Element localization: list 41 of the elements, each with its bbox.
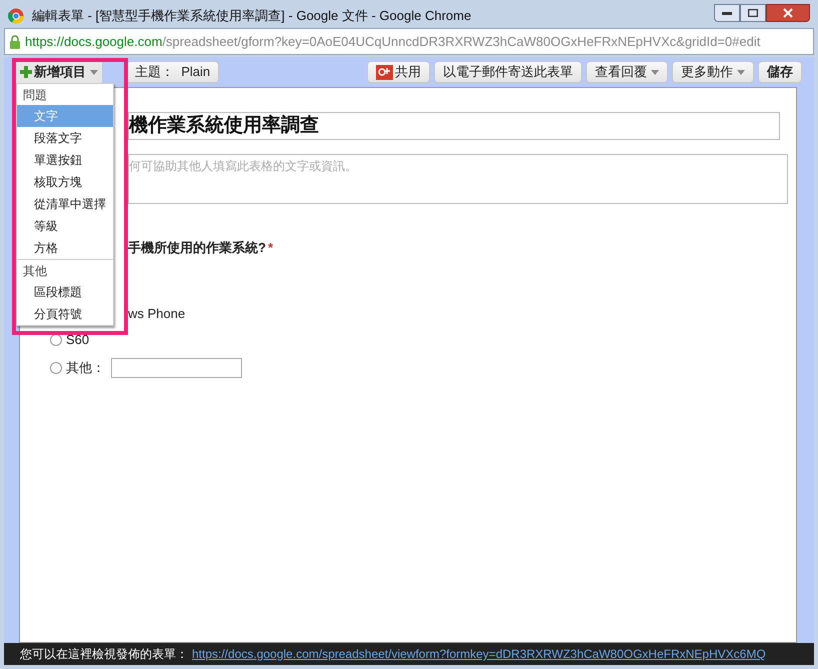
footer-text: 您可以在這裡檢視發佈的表單： [20,646,188,663]
option-label: 其他： [66,358,105,377]
menu-section-header: 問題 [22,86,48,104]
browser-logo-icon [8,8,24,24]
maximize-button[interactable] [740,4,766,22]
form-title-field[interactable]: 機作業系統使用率調查 [128,112,780,140]
menu-item[interactable]: 區段標題 [17,281,113,303]
theme-button[interactable]: 主題： Plain [126,61,220,83]
minimize-button[interactable] [714,4,740,22]
more-actions-button[interactable]: 更多動作 [672,61,754,83]
question-title: 手機所使用的作業系統? [128,239,266,257]
published-form-link[interactable]: https://docs.google.com/spreadsheet/viewform?formkey=dDR3RXRWZ3hCaW80OGxHeFRxNEpHVXc6MQ [192,645,766,663]
save-button[interactable]: 儲存 [758,61,802,83]
share-button[interactable]: 共用 [367,61,430,83]
window-title: 編輯表單 - [智慧型手機作業系統使用率調查] - Google 文件 - Google Chrome [32,7,472,26]
google-plus-icon [376,64,393,80]
add-item-button[interactable]: 新增項目 [16,61,102,83]
menu-section-header: 其他 [22,262,48,280]
menu-item[interactable]: 段落文字 [17,127,113,149]
lock-icon [9,34,21,48]
maximize-icon [748,9,758,17]
view-responses-button[interactable]: 查看回覆 [586,61,668,83]
menu-item[interactable]: 方格 [17,237,113,259]
option-label: S60 [66,330,90,349]
caret-icon [651,70,659,74]
minimize-icon [722,12,732,14]
close-icon [783,8,793,18]
menu-item[interactable]: 單選按鈕 [17,149,113,171]
menu-item[interactable]: 等級 [17,215,113,237]
email-form-button[interactable]: 以電子郵件寄送此表單 [434,61,582,83]
option-label: ws Phone [128,304,186,322]
other-answer-field[interactable] [111,358,242,378]
required-mark: * [268,239,274,257]
caret-icon [737,70,745,74]
menu-item[interactable]: 核取方塊 [17,171,113,193]
plus-icon [20,66,32,78]
radio-button[interactable] [50,362,62,374]
close-button[interactable] [766,4,810,22]
menu-item[interactable]: 分頁符號 [17,303,113,325]
caret-icon [90,70,98,74]
menu-item[interactable]: 從清單中選擇 [17,193,113,215]
